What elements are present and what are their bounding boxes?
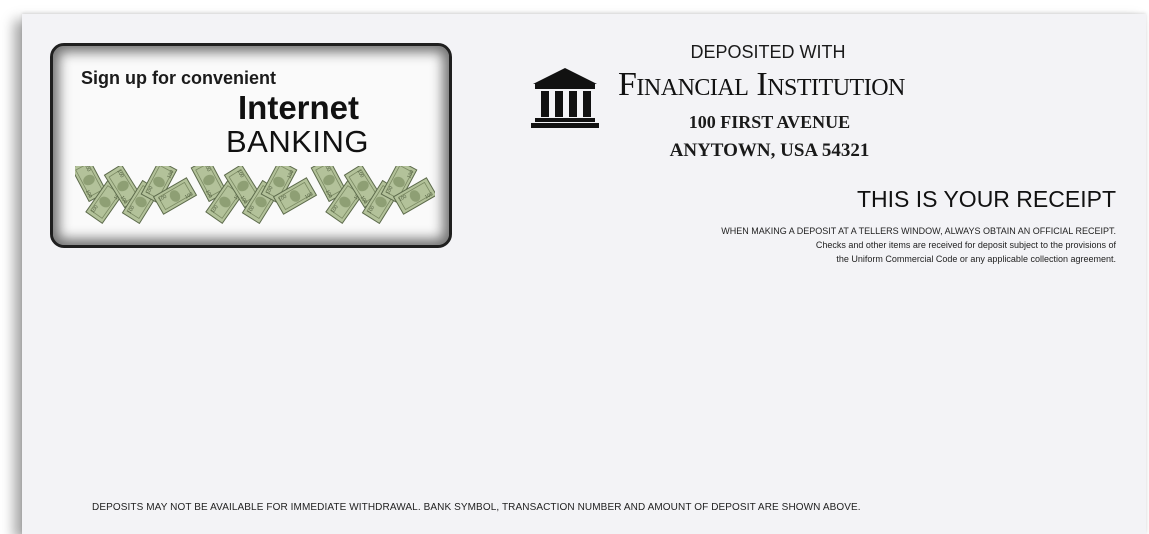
receipt-title: THIS IS YOUR RECEIPT [856, 186, 1116, 212]
footer-notice: DEPOSITS MAY NOT BE AVAILABLE FOR IMMEDI… [92, 502, 861, 513]
dollar-bills-w-icon: 100 100 [75, 166, 435, 224]
deposited-with-label: DEPOSITED WITH [690, 42, 846, 62]
bank-building-icon [531, 68, 599, 128]
address-line-1: 100 FIRST AVENUE [688, 112, 851, 132]
notice-line-3: the Uniform Commercial Code or any appli… [836, 254, 1116, 264]
institution-name: Financial Institution [618, 66, 905, 103]
notice-line-1: WHEN MAKING A DEPOSIT AT A TELLERS WINDO… [721, 226, 1116, 236]
internet-banking-promo[interactable]: Sign up for convenient Internet BANKING … [50, 43, 452, 248]
notice-line-2: Checks and other items are received for … [815, 240, 1116, 250]
address-line-2: ANYTOWN, USA 54321 [669, 140, 870, 161]
receipt-notice: WHEN MAKING A DEPOSIT AT A TELLERS WINDO… [721, 224, 1116, 266]
promo-headline: Internet [238, 89, 360, 126]
promo-tagline: Sign up for convenient [81, 68, 277, 88]
deposit-receipt: Sign up for convenient Internet BANKING … [22, 14, 1146, 534]
promo-subheadline: BANKING [226, 124, 370, 159]
